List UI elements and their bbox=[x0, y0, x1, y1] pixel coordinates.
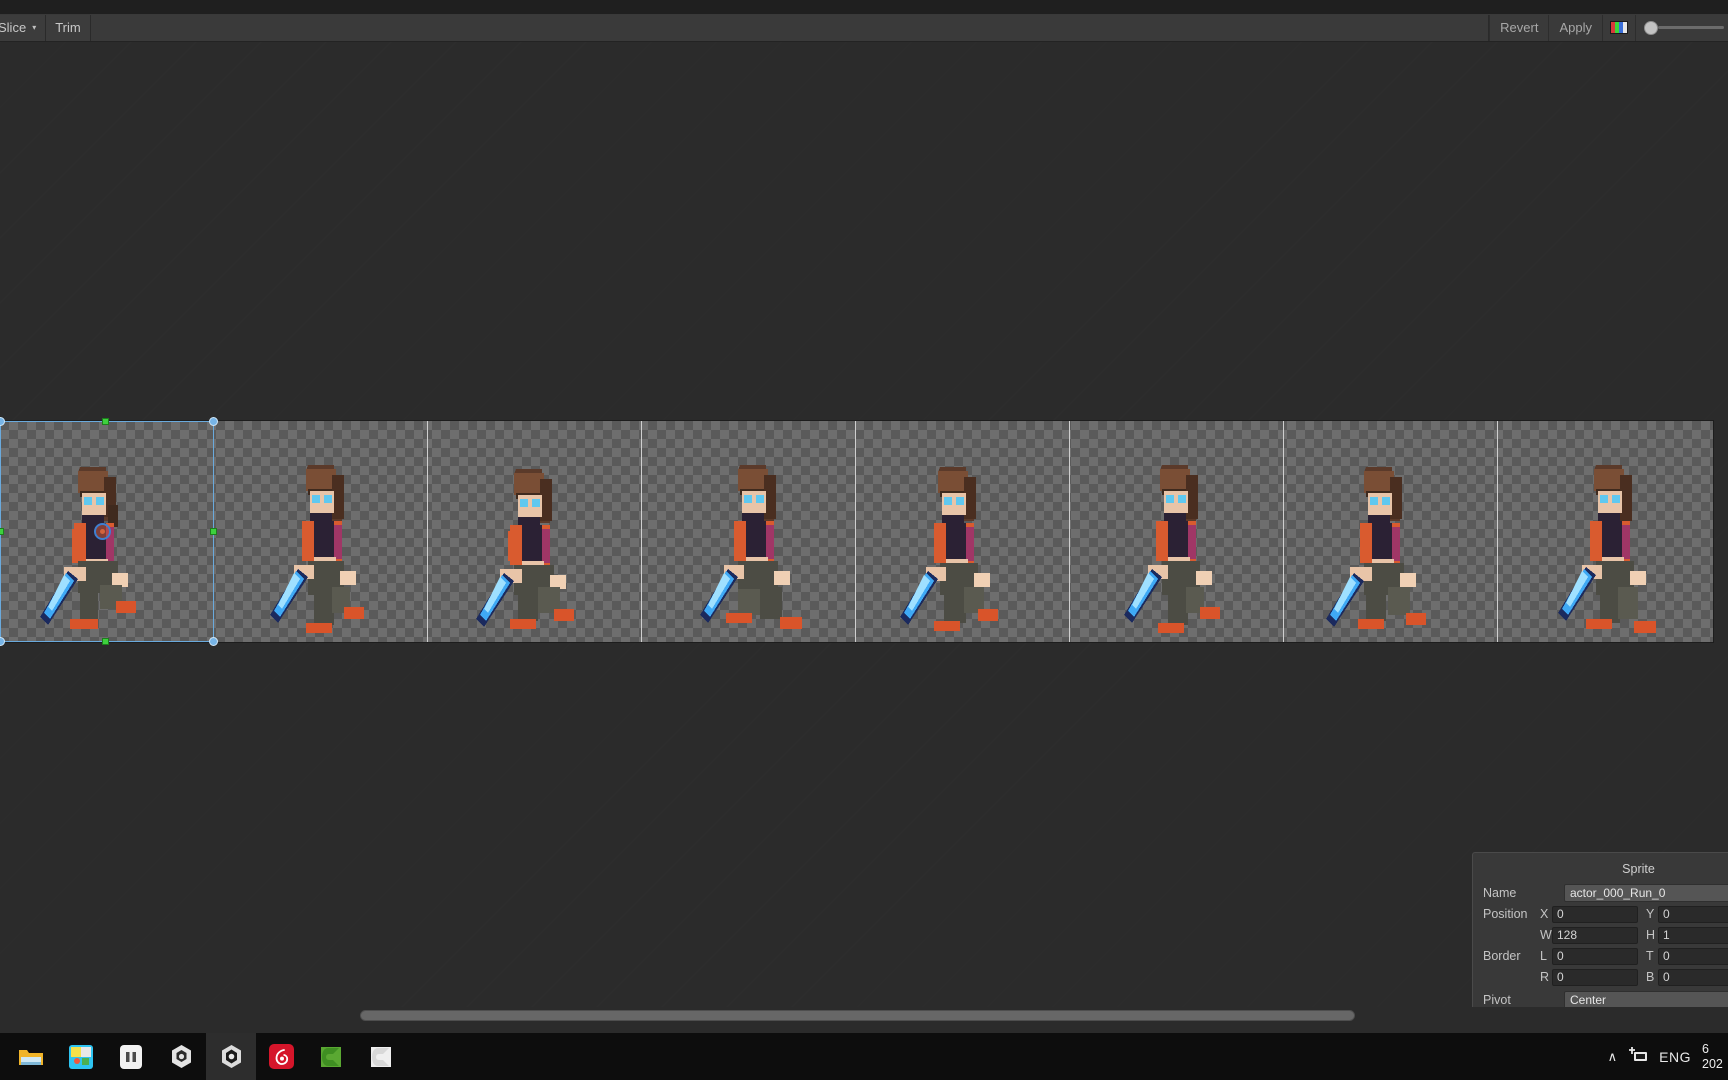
name-input[interactable]: actor_000_Run_0 bbox=[1564, 884, 1728, 902]
position-label: Position bbox=[1483, 907, 1528, 921]
taskbar-item-photo-editor[interactable] bbox=[56, 1033, 106, 1080]
border-r-input[interactable]: 0 bbox=[1552, 968, 1638, 986]
unity-hub-icon bbox=[168, 1044, 194, 1070]
sprite-frame[interactable] bbox=[1284, 421, 1498, 642]
border-label: Border bbox=[1483, 949, 1521, 963]
position-x-label: X bbox=[1540, 907, 1549, 921]
trim-label: Trim bbox=[55, 20, 81, 35]
character-sprite bbox=[1326, 467, 1426, 629]
sprite-frame[interactable] bbox=[428, 421, 642, 642]
taskbar-item-unity-hub[interactable] bbox=[156, 1033, 206, 1080]
character-sprite bbox=[900, 467, 998, 631]
position-h-input[interactable]: 1 bbox=[1658, 926, 1728, 944]
sprite-editor-toolbar: Slice ▾ Trim Revert Apply bbox=[0, 14, 1728, 42]
inspector-row-position: Position X 0 Y 0 bbox=[1473, 904, 1728, 924]
sprite-sheet-strip[interactable] bbox=[0, 421, 1713, 642]
clip-studio-icon bbox=[368, 1044, 394, 1070]
trim-button[interactable]: Trim bbox=[46, 14, 91, 41]
sprite-frame[interactable] bbox=[1070, 421, 1284, 642]
cheat-engine-icon bbox=[318, 1044, 344, 1070]
position-y-label: Y bbox=[1646, 907, 1655, 921]
sprite-inspector-panel: Sprite Name actor_000_Run_0 Position X 0… bbox=[1472, 852, 1728, 1014]
taskbar-item-unity-editor[interactable] bbox=[206, 1033, 256, 1080]
toolbar-right-group: Revert Apply bbox=[1489, 14, 1728, 41]
border-t-input[interactable]: 0 bbox=[1658, 947, 1728, 965]
windows-taskbar: ∧ ENG 6 202 bbox=[0, 1033, 1728, 1080]
position-h-label: H bbox=[1646, 928, 1656, 942]
taskbar-item-netease-music[interactable] bbox=[256, 1033, 306, 1080]
netease-music-icon bbox=[268, 1044, 294, 1070]
rgb-channel-icon bbox=[1610, 21, 1628, 34]
taskbar-app-list bbox=[6, 1033, 406, 1080]
position-y-input[interactable]: 0 bbox=[1658, 905, 1728, 923]
border-l-label: L bbox=[1540, 949, 1547, 963]
sprite-frame[interactable] bbox=[0, 421, 214, 642]
slice-label: Slice bbox=[0, 20, 27, 35]
sprite-canvas[interactable]: Sprite Name actor_000_Run_0 Position X 0… bbox=[0, 42, 1728, 1014]
border-r-label: R bbox=[1540, 970, 1550, 984]
position-x-input[interactable]: 0 bbox=[1552, 905, 1638, 923]
taskbar-item-file-explorer[interactable] bbox=[6, 1033, 56, 1080]
inspector-row-border: Border L 0 T 0 bbox=[1473, 946, 1728, 966]
revert-label: Revert bbox=[1500, 20, 1539, 35]
app-white-icon bbox=[118, 1044, 144, 1070]
alpha-slider-track bbox=[1658, 26, 1724, 29]
inspector-row-name: Name actor_000_Run_0 bbox=[1473, 883, 1728, 903]
alpha-slider[interactable] bbox=[1636, 14, 1728, 41]
apply-label: Apply bbox=[1559, 20, 1592, 35]
apply-button[interactable]: Apply bbox=[1548, 14, 1602, 41]
taskbar-item-cheat-engine[interactable] bbox=[306, 1033, 356, 1080]
clock-date: 202 bbox=[1702, 1056, 1723, 1071]
unity-editor-icon bbox=[218, 1044, 244, 1070]
slice-dropdown-button[interactable]: Slice ▾ bbox=[0, 14, 47, 41]
character-sprite bbox=[1558, 465, 1656, 633]
character-sprite bbox=[476, 469, 574, 629]
clock[interactable]: 6 202 bbox=[1702, 1042, 1724, 1072]
character-sprite bbox=[270, 465, 364, 633]
border-b-input[interactable]: 0 bbox=[1658, 968, 1728, 986]
border-t-label: T bbox=[1646, 949, 1654, 963]
unity-sprite-editor-window: Slice ▾ Trim Revert Apply Sprite Name ac… bbox=[0, 0, 1728, 1080]
position-w-input[interactable]: 128 bbox=[1552, 926, 1638, 944]
network-icon[interactable] bbox=[1628, 1046, 1648, 1067]
file-explorer-icon bbox=[18, 1044, 44, 1070]
inspector-row-size: W 128 H 1 bbox=[1473, 925, 1728, 945]
taskbar-item-app-white[interactable] bbox=[106, 1033, 156, 1080]
language-indicator[interactable]: ENG bbox=[1659, 1049, 1691, 1065]
window-top-edge bbox=[0, 0, 1728, 14]
name-label: Name bbox=[1483, 886, 1517, 900]
sprite-frame[interactable] bbox=[642, 421, 856, 642]
sprite-frame[interactable] bbox=[1498, 421, 1713, 642]
position-w-label: W bbox=[1540, 928, 1552, 942]
inspector-row-border2: R 0 B 0 bbox=[1473, 967, 1728, 987]
character-sprite bbox=[700, 465, 802, 629]
inspector-title: Sprite bbox=[1622, 862, 1655, 876]
system-tray: ∧ ENG 6 202 bbox=[1608, 1033, 1728, 1080]
sprite-frame[interactable] bbox=[856, 421, 1070, 642]
taskbar-item-clip-studio[interactable] bbox=[356, 1033, 406, 1080]
rgb-channel-button[interactable] bbox=[1602, 14, 1636, 41]
character-sprite bbox=[1124, 465, 1220, 633]
revert-button[interactable]: Revert bbox=[1489, 14, 1549, 41]
border-l-input[interactable]: 0 bbox=[1552, 947, 1638, 965]
horizontal-scrollbar-thumb[interactable] bbox=[360, 1010, 1355, 1021]
toolbar-spacer bbox=[90, 14, 1490, 41]
pivot-label: Pivot bbox=[1483, 993, 1511, 1007]
alpha-slider-knob[interactable] bbox=[1644, 20, 1658, 35]
photo-editor-icon bbox=[68, 1044, 94, 1070]
chevron-down-icon: ▾ bbox=[32, 22, 37, 32]
border-b-label: B bbox=[1646, 970, 1655, 984]
sprite-frame[interactable] bbox=[214, 421, 428, 642]
character-sprite bbox=[40, 467, 136, 629]
tray-chevron-up-icon[interactable]: ∧ bbox=[1608, 1049, 1618, 1065]
clock-time: 6 bbox=[1702, 1041, 1709, 1056]
